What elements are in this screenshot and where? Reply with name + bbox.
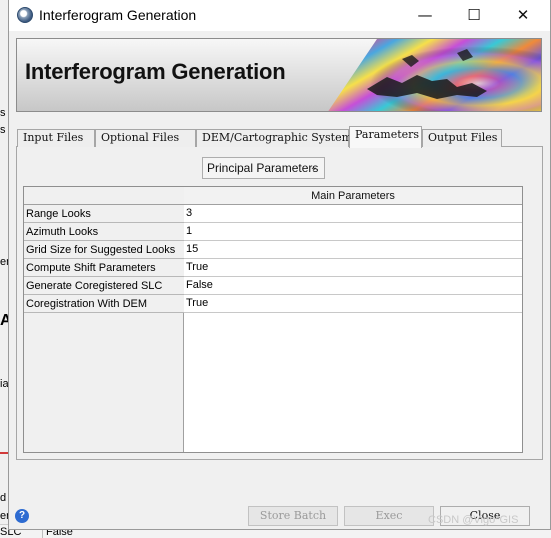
row-label: Compute Shift Parameters	[24, 259, 184, 277]
tab-dem-cartographic-system[interactable]: DEM/Cartographic System	[196, 129, 352, 147]
tab-optional-files[interactable]: Optional Files	[95, 129, 196, 147]
table-row: Azimuth Looks 1	[24, 223, 522, 241]
store-batch-button[interactable]: Store Batch	[248, 506, 338, 526]
azimuth-looks-cell[interactable]: 1	[184, 223, 522, 241]
title-bar[interactable]: Interferogram Generation — ☐ ✕	[9, 0, 550, 31]
background-text: s	[0, 124, 6, 136]
parameters-table: Main Parameters Range Looks 3 Azimuth Lo…	[23, 186, 523, 453]
row-label: Range Looks	[24, 205, 184, 223]
tab-parameters[interactable]: Parameters	[349, 126, 422, 148]
row-label: Coregistration With DEM	[24, 295, 184, 313]
app-icon	[17, 7, 33, 23]
banner-title: Interferogram Generation	[25, 59, 286, 84]
grid-size-cell[interactable]: 15	[184, 241, 522, 259]
table-corner	[24, 187, 184, 205]
table-row: Coregistration With DEM True	[24, 295, 522, 313]
parameter-group-select[interactable]: Principal Parameters ⌄	[202, 157, 325, 179]
maximize-button[interactable]: ☐	[451, 0, 497, 31]
range-looks-cell[interactable]: 3	[184, 205, 522, 223]
row-label: Generate Coregistered SLC	[24, 277, 184, 295]
background-text: d	[0, 492, 7, 504]
table-row: Compute Shift Parameters True	[24, 259, 522, 277]
parameter-group-value: Principal Parameters	[207, 161, 319, 175]
interferogram-image	[328, 39, 541, 111]
column-header-main-parameters: Main Parameters	[184, 187, 522, 205]
minimize-button[interactable]: —	[402, 0, 448, 31]
row-label: Azimuth Looks	[24, 223, 184, 241]
interferogram-dialog: Interferogram Generation — ☐ ✕ Interfero…	[8, 0, 551, 530]
watermark: CSDN @Vigo*GIS	[428, 514, 519, 526]
tab-output-files[interactable]: Output Files	[422, 129, 502, 147]
help-icon[interactable]: ?	[15, 509, 29, 523]
row-label: Grid Size for Suggested Looks	[24, 241, 184, 259]
window-title: Interferogram Generation	[39, 7, 197, 23]
compute-shift-cell[interactable]: True	[184, 259, 522, 277]
tab-input-files[interactable]: Input Files	[17, 129, 95, 147]
coregistration-with-dem-cell[interactable]: True	[184, 295, 522, 313]
chevron-down-icon: ⌄	[309, 162, 318, 173]
table-row: Grid Size for Suggested Looks 15	[24, 241, 522, 259]
exec-button[interactable]: Exec	[344, 506, 434, 526]
background-text: s	[0, 107, 6, 119]
close-window-button[interactable]: ✕	[500, 0, 546, 31]
header-banner: Interferogram Generation	[16, 38, 542, 112]
table-row: Generate Coregistered SLC False	[24, 277, 522, 295]
table-row: Range Looks 3	[24, 205, 522, 223]
generate-coregistered-slc-cell[interactable]: False	[184, 277, 522, 295]
